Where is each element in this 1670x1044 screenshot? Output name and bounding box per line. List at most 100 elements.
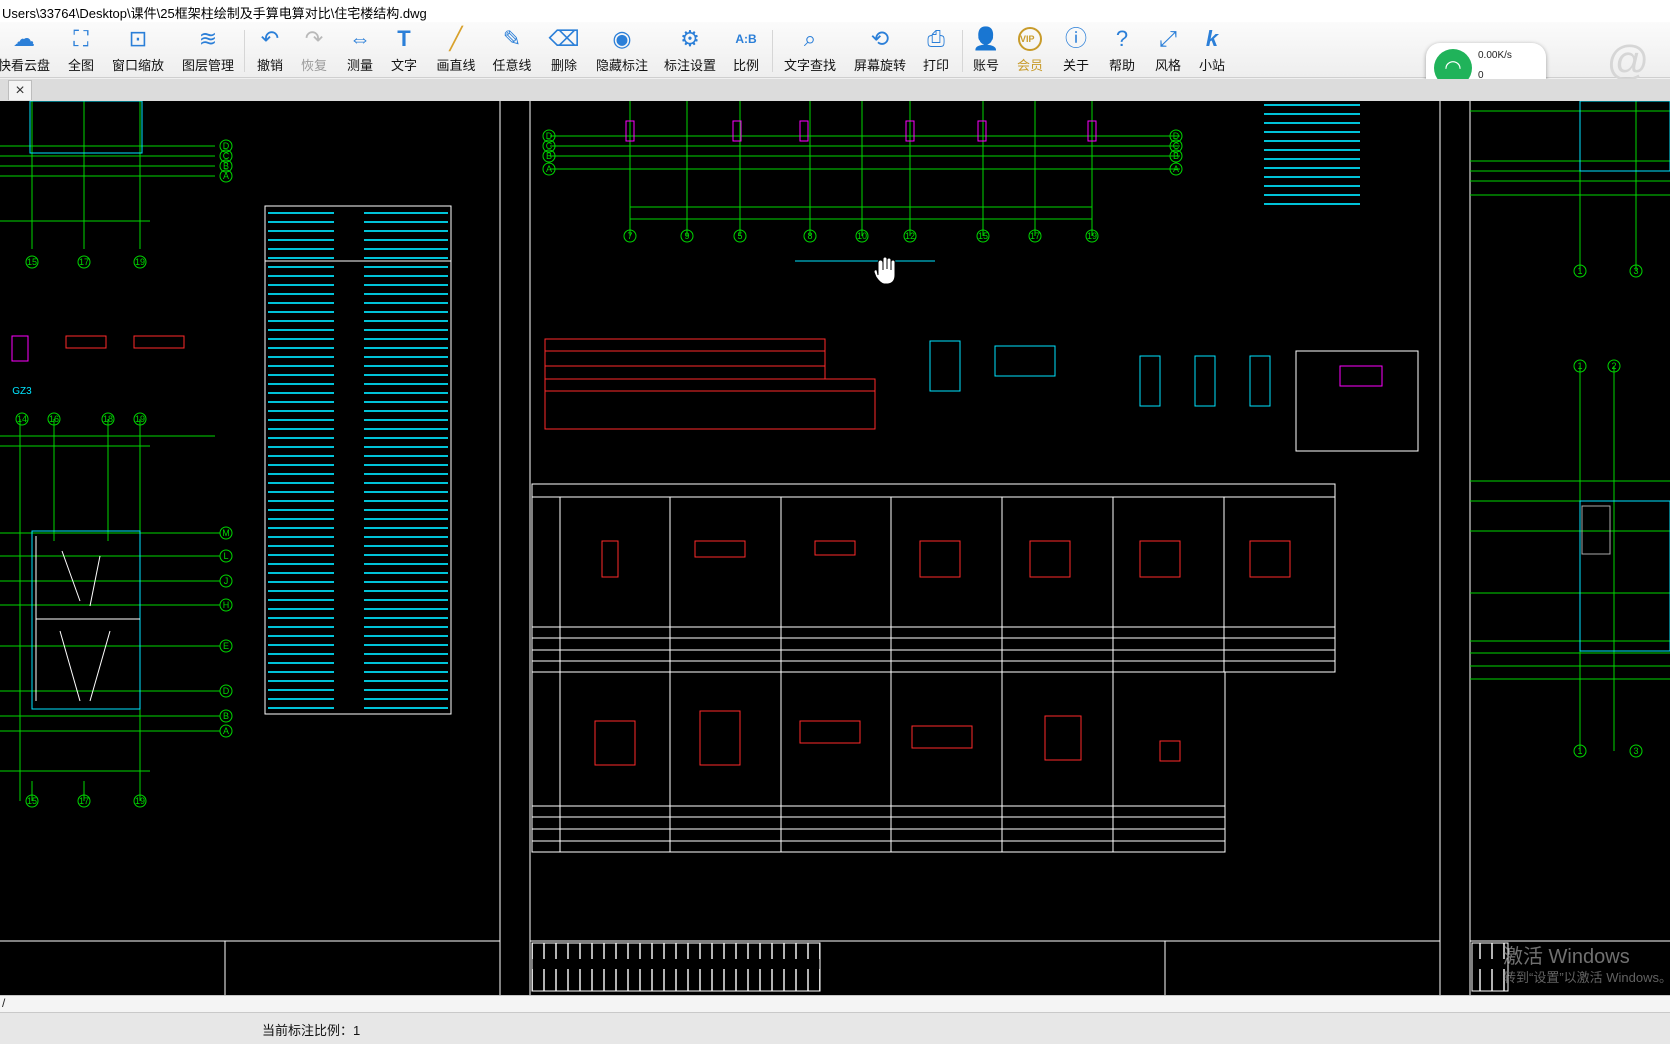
redo-button[interactable]: ↷ 恢复 bbox=[296, 26, 332, 74]
rotate-screen-label: 屏幕旋转 bbox=[853, 58, 906, 73]
window-zoom-button[interactable]: ⊡ 窗口缩放 bbox=[110, 26, 166, 74]
site-label: 小站 bbox=[1198, 58, 1225, 73]
style-label: 风格 bbox=[1154, 58, 1181, 73]
row-label: M bbox=[222, 528, 230, 538]
annotation-settings-label: 标注设置 bbox=[663, 58, 716, 73]
windows-activation-hint: 转到“设置”以激活 Windows。 bbox=[1503, 970, 1670, 985]
window-title: Users\33764\Desktop\课件\25框架柱绘制及手算电算对比\住宅… bbox=[0, 0, 1670, 22]
annotation-scale-status: 当前标注比例：1 bbox=[262, 1023, 361, 1038]
main-toolbar: ☁ 快看云盘 ⛶ 全图 ⊡ 窗口缩放 ≋ 图层管理 ↶ 撤销 ↷ 恢复 ⇔ 测量… bbox=[0, 22, 1670, 93]
row-label: L bbox=[223, 551, 228, 561]
row-label: D bbox=[546, 131, 553, 141]
account-button[interactable]: 👤 账号 bbox=[968, 26, 1004, 74]
axis-label: 17 bbox=[1030, 231, 1040, 241]
freehand-icon: ✎ bbox=[502, 26, 522, 51]
draw-line-button[interactable]: ╱ 画直线 bbox=[434, 26, 478, 74]
row-label: D bbox=[223, 686, 230, 696]
cad-drawing[interactable]: 15 17 19 D C B A 14 16 18 19 M L J H E D… bbox=[0, 101, 1670, 995]
delete-button[interactable]: ⌫ 删除 bbox=[546, 26, 582, 74]
column-schedule bbox=[531, 483, 1336, 853]
row-label: D bbox=[1173, 131, 1180, 141]
row-label: B bbox=[223, 161, 229, 171]
scale-icon: A:B bbox=[735, 32, 757, 46]
axis-label: 19 bbox=[135, 796, 145, 806]
toolbar-separator bbox=[244, 30, 245, 72]
account-label: 账号 bbox=[972, 58, 999, 73]
right-sheet bbox=[1470, 101, 1670, 751]
help-label: 帮助 bbox=[1108, 58, 1135, 73]
text-search-icon: ⌕ bbox=[803, 26, 817, 51]
axis-label: 12 bbox=[905, 231, 915, 241]
rotate-screen-icon: ⟲ bbox=[870, 26, 890, 51]
rotate-screen-button[interactable]: ⟲ 屏幕旋转 bbox=[852, 26, 908, 74]
detail-sections bbox=[929, 340, 1419, 452]
toolbar-separator bbox=[772, 30, 773, 72]
row-label: B bbox=[223, 711, 229, 721]
cloud-drive-button[interactable]: ☁ 快看云盘 bbox=[0, 26, 50, 74]
layer-manager-button[interactable]: ≋ 图层管理 bbox=[180, 26, 236, 74]
freehand-button[interactable]: ✎ 任意线 bbox=[490, 26, 534, 74]
close-tab-icon[interactable]: × bbox=[8, 80, 32, 100]
text-search-button[interactable]: ⌕ 文字查找 bbox=[782, 26, 838, 74]
network-speed: 0.00K/s bbox=[1478, 50, 1512, 61]
row-label: A bbox=[223, 726, 229, 736]
axis-label: 1 bbox=[1577, 266, 1582, 276]
axis-label: 19 bbox=[135, 414, 145, 424]
window-zoom-icon: ⊡ bbox=[128, 26, 148, 51]
print-button[interactable]: ⎙ 打印 bbox=[918, 26, 954, 74]
help-button[interactable]: ? 帮助 bbox=[1104, 26, 1140, 74]
freehand-label: 任意线 bbox=[492, 58, 532, 73]
vip-button[interactable]: VIP 会员 bbox=[1012, 26, 1048, 74]
drawing-canvas[interactable]: 15 17 19 D C B A 14 16 18 19 M L J H E D… bbox=[0, 101, 1670, 995]
axis-label: 19 bbox=[135, 257, 145, 267]
axis-label: 17 bbox=[79, 257, 89, 267]
left-spec-text bbox=[268, 211, 448, 709]
axis-label: 7 bbox=[627, 231, 632, 241]
print-label: 打印 bbox=[922, 58, 949, 73]
hide-annotation-icon: ◉ bbox=[612, 26, 632, 51]
site-button[interactable]: k 小站 bbox=[1194, 26, 1230, 74]
axis-label: 3 bbox=[1633, 266, 1638, 276]
window-zoom-label: 窗口缩放 bbox=[111, 58, 164, 73]
account-icon: 👤 bbox=[972, 26, 1000, 51]
undo-label: 撤销 bbox=[256, 58, 283, 73]
row-label: C bbox=[546, 141, 553, 151]
row-label: H bbox=[223, 600, 230, 610]
undo-button[interactable]: ↶ 撤销 bbox=[252, 26, 288, 74]
document-tab-strip: × bbox=[0, 79, 1670, 101]
command-line[interactable]: / bbox=[0, 995, 1670, 1012]
style-button[interactable]: ⤢ 风格 bbox=[1150, 26, 1186, 74]
print-icon: ⎙ bbox=[927, 26, 945, 51]
full-view-button[interactable]: ⛶ 全图 bbox=[62, 26, 100, 74]
line-icon: ╱ bbox=[449, 26, 463, 51]
scale-button[interactable]: A:B 比例 bbox=[728, 26, 764, 74]
row-label: C bbox=[223, 151, 230, 161]
row-label: A bbox=[1173, 164, 1179, 174]
about-button[interactable]: ⓘ 关于 bbox=[1058, 26, 1094, 74]
measure-icon: ⇔ bbox=[349, 26, 371, 51]
text-search-label: 文字查找 bbox=[783, 58, 836, 73]
axis-label: 10 bbox=[857, 231, 867, 241]
hide-annotation-button[interactable]: ◉ 隐藏标注 bbox=[594, 26, 650, 74]
center-notes-text bbox=[1240, 101, 1360, 211]
axis-label: 18 bbox=[103, 414, 113, 424]
undo-icon: ↶ bbox=[260, 26, 280, 51]
measure-button[interactable]: ⇔ 测量 bbox=[342, 26, 378, 74]
row-label: D bbox=[223, 141, 230, 151]
annotation-settings-button[interactable]: ⚙ 标注设置 bbox=[662, 26, 718, 74]
axis-label: 16 bbox=[49, 414, 59, 424]
site-icon: k bbox=[1205, 26, 1219, 51]
annotation-settings-icon: ⚙ bbox=[680, 26, 700, 51]
full-view-label: 全图 bbox=[67, 58, 94, 73]
text-label: 文字 bbox=[390, 58, 417, 73]
row-label: A bbox=[223, 171, 229, 181]
axis-label: 15 bbox=[27, 257, 37, 267]
axis-label: 15 bbox=[978, 231, 988, 241]
axis-label: 17 bbox=[79, 796, 89, 806]
text-button[interactable]: T 文字 bbox=[386, 26, 422, 74]
row-label: J bbox=[224, 576, 229, 586]
cloud-icon: ☁ bbox=[13, 26, 35, 51]
eraser-icon: ⌫ bbox=[548, 26, 580, 51]
row-label: E bbox=[223, 641, 229, 651]
vip-badge: VIP bbox=[1018, 27, 1042, 51]
